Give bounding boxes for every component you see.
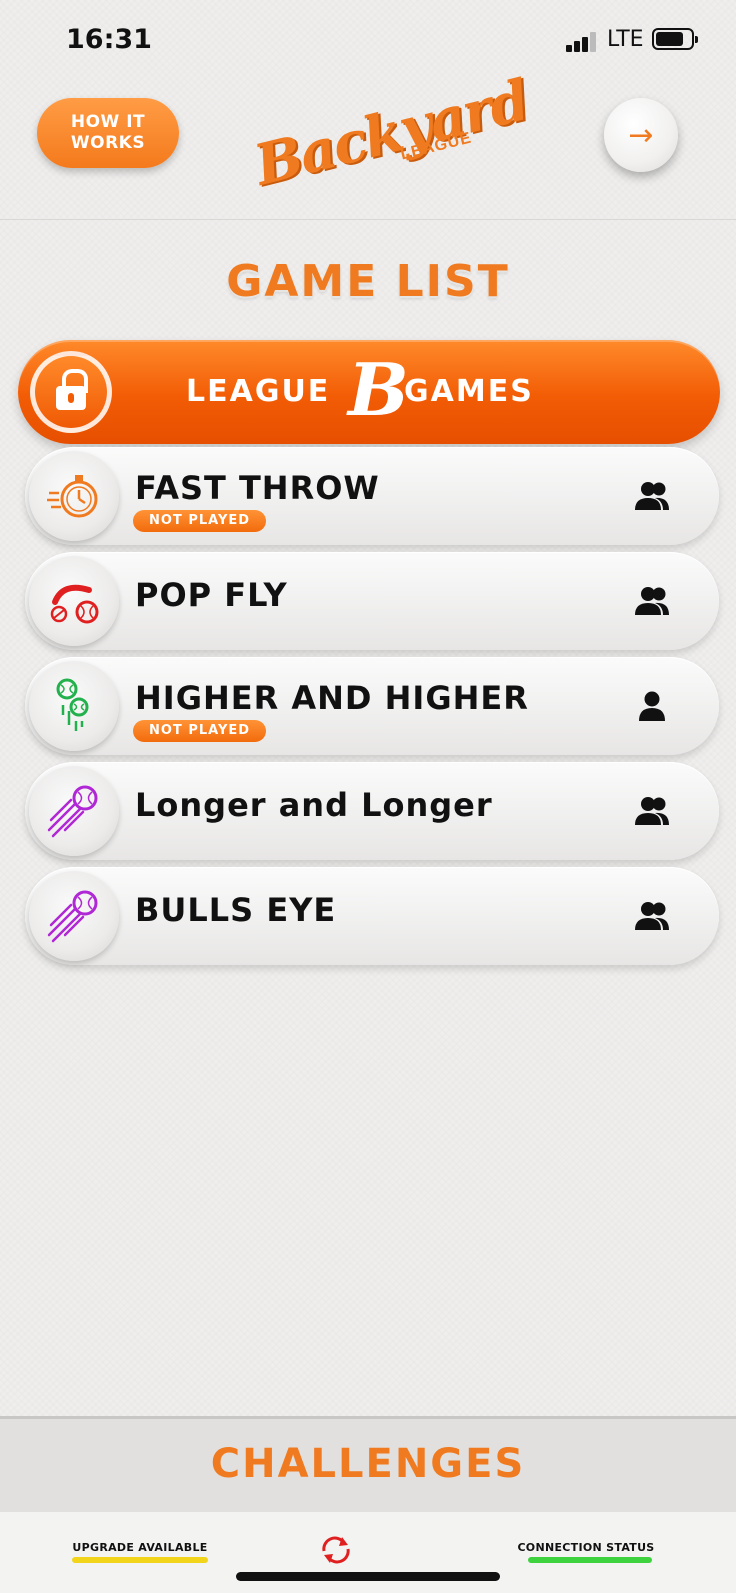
game-row-higher-and-higher[interactable]: HIGHER AND HIGHER NOT PLAYED — [25, 657, 719, 755]
app-header: HOW IT WORKS Backyard LEAGUE → — [0, 67, 736, 220]
lock-icon — [30, 351, 112, 433]
challenges-label: CHALLENGES — [210, 1441, 526, 1487]
header-divider — [0, 219, 736, 220]
sync-icon[interactable] — [318, 1535, 354, 1565]
league-games-banner[interactable]: LEAGUE B GAMES — [18, 340, 720, 444]
status-bar: 16:31 LTE — [0, 0, 736, 80]
game-name: Longer and Longer — [135, 786, 493, 824]
group-icon — [635, 587, 669, 615]
challenges-button[interactable]: CHALLENGES — [0, 1416, 736, 1512]
flying-ball-icon — [29, 871, 119, 961]
group-icon — [635, 902, 669, 930]
league-label: LEAGUE — [186, 374, 331, 409]
connection-status-label: CONNECTION STATUS — [517, 1541, 655, 1554]
game-row-fast-throw[interactable]: FAST THROW NOT PLAYED — [25, 447, 719, 545]
signal-icon — [566, 30, 600, 52]
home-indicator[interactable] — [236, 1572, 500, 1581]
upgrade-indicator — [72, 1557, 208, 1563]
game-name: POP FLY — [135, 576, 288, 614]
games-label: GAMES — [404, 374, 534, 409]
how-it-works-button[interactable]: HOW IT WORKS — [37, 98, 179, 168]
group-icon — [635, 482, 669, 510]
next-arrow-button[interactable]: → — [604, 98, 678, 172]
single-player-icon — [639, 691, 665, 721]
logo-main: Backyard — [248, 67, 534, 199]
game-row-bulls-eye[interactable]: BULLS EYE — [25, 867, 719, 965]
bat-ball-icon — [29, 556, 119, 646]
group-icon — [635, 797, 669, 825]
league-b-emblem: B — [348, 347, 409, 432]
rising-balls-icon — [29, 661, 119, 751]
app-screen: 16:31 LTE HOW IT WORKS Backyard LEAGUE →… — [0, 0, 736, 1593]
game-name: BULLS EYE — [135, 891, 337, 929]
game-name: HIGHER AND HIGHER — [135, 679, 529, 717]
game-name: FAST THROW — [135, 469, 380, 507]
game-row-longer-and-longer[interactable]: Longer and Longer — [25, 762, 719, 860]
app-logo: Backyard LEAGUE — [240, 67, 534, 200]
status-badge: NOT PLAYED — [133, 510, 267, 532]
arrow-right-icon: → — [628, 117, 654, 153]
status-badge: NOT PLAYED — [133, 720, 267, 742]
game-row-pop-fly[interactable]: POP FLY — [25, 552, 719, 650]
battery-icon — [652, 28, 698, 50]
network-label: LTE — [607, 27, 644, 52]
status-time: 16:31 — [66, 24, 152, 55]
connection-indicator — [528, 1557, 652, 1563]
stopwatch-icon — [29, 451, 119, 541]
upgrade-available-label[interactable]: UPGRADE AVAILABLE — [72, 1541, 208, 1554]
flying-ball-icon — [29, 766, 119, 856]
page-title: GAME LIST — [226, 256, 510, 307]
